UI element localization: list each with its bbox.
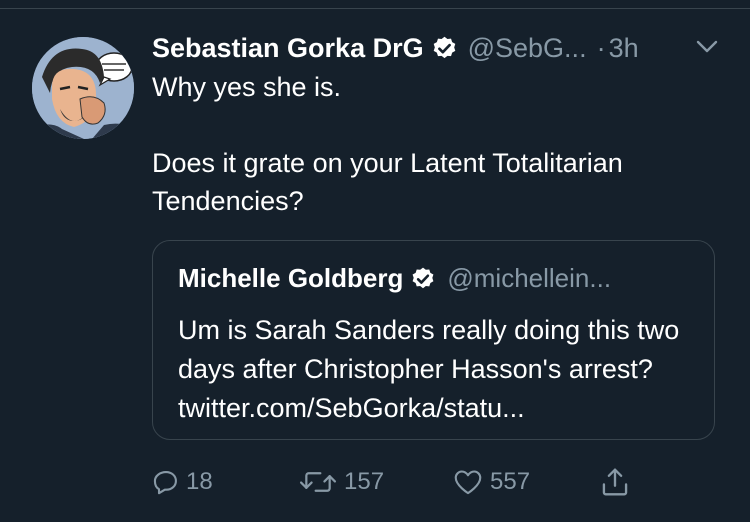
top-divider bbox=[0, 8, 750, 9]
verified-badge-icon bbox=[433, 36, 455, 58]
reply-count: 18 bbox=[186, 468, 213, 495]
quoted-tweet-header: Michelle Goldberg @michellein... bbox=[178, 263, 611, 294]
share-button[interactable] bbox=[600, 462, 630, 502]
chevron-down-icon[interactable] bbox=[695, 38, 719, 56]
author-name[interactable]: Sebastian Gorka DrG bbox=[152, 33, 424, 64]
header-separator: · bbox=[596, 32, 606, 63]
reply-button[interactable]: 18 bbox=[152, 462, 213, 502]
like-count: 557 bbox=[490, 468, 531, 495]
tweet-header: Sebastian Gorka DrG @SebG... · 3h bbox=[152, 30, 639, 66]
quoted-author-handle: @michellein... bbox=[447, 263, 612, 293]
avatar-illustration bbox=[32, 37, 134, 139]
like-button[interactable]: 557 bbox=[452, 462, 530, 502]
tweet-text-line-1: Why yes she is. bbox=[152, 72, 342, 102]
share-icon bbox=[602, 468, 628, 496]
author-handle[interactable]: @SebG... bbox=[468, 33, 587, 64]
tweet-text-line-2: Does it grate on your Latent Totalitaria… bbox=[152, 148, 623, 216]
quoted-author-name: Michelle Goldberg bbox=[178, 263, 404, 293]
like-icon bbox=[454, 470, 482, 495]
author-avatar[interactable] bbox=[32, 37, 134, 139]
tweet-timestamp[interactable]: 3h bbox=[609, 33, 639, 64]
verified-badge-icon bbox=[412, 267, 434, 288]
tweet-text: Why yes she is. Does it grate on your La… bbox=[152, 68, 732, 220]
retweet-button[interactable]: 157 bbox=[298, 462, 384, 502]
reply-icon bbox=[153, 471, 177, 495]
retweet-count: 157 bbox=[344, 468, 385, 495]
tweet-actions: 18 157 557 bbox=[152, 462, 652, 502]
quoted-tweet-text: Um is Sarah Sanders really doing this tw… bbox=[178, 315, 680, 423]
quoted-tweet[interactable]: Michelle Goldberg @michellein... Um is S… bbox=[152, 240, 715, 440]
retweet-icon bbox=[299, 472, 337, 492]
